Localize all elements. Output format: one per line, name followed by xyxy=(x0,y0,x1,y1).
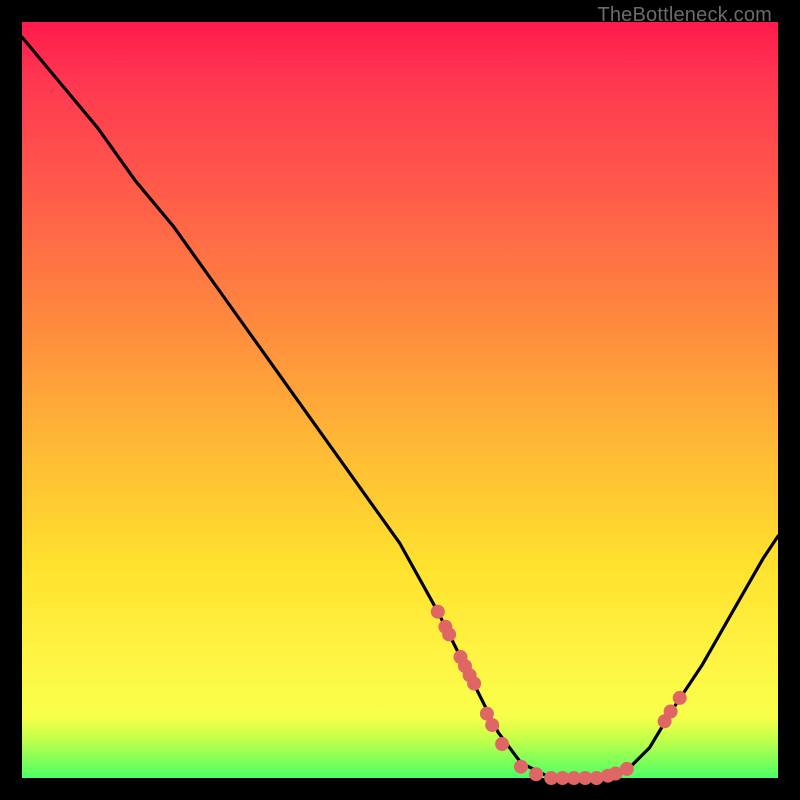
curve-marker xyxy=(495,737,509,751)
chart-overlay-svg xyxy=(22,22,778,778)
curve-marker xyxy=(664,705,678,719)
curve-marker xyxy=(620,762,634,776)
curve-marker xyxy=(485,718,499,732)
curve-marker xyxy=(442,627,456,641)
curve-marker xyxy=(529,767,543,781)
curve-marker xyxy=(673,691,687,705)
curve-marker xyxy=(514,760,528,774)
watermark-label: TheBottleneck.com xyxy=(597,4,772,27)
curve-marker xyxy=(431,605,445,619)
chart-frame xyxy=(22,22,778,778)
curve-markers xyxy=(431,605,687,785)
curve-marker xyxy=(467,677,481,691)
bottleneck-curve xyxy=(22,37,778,778)
